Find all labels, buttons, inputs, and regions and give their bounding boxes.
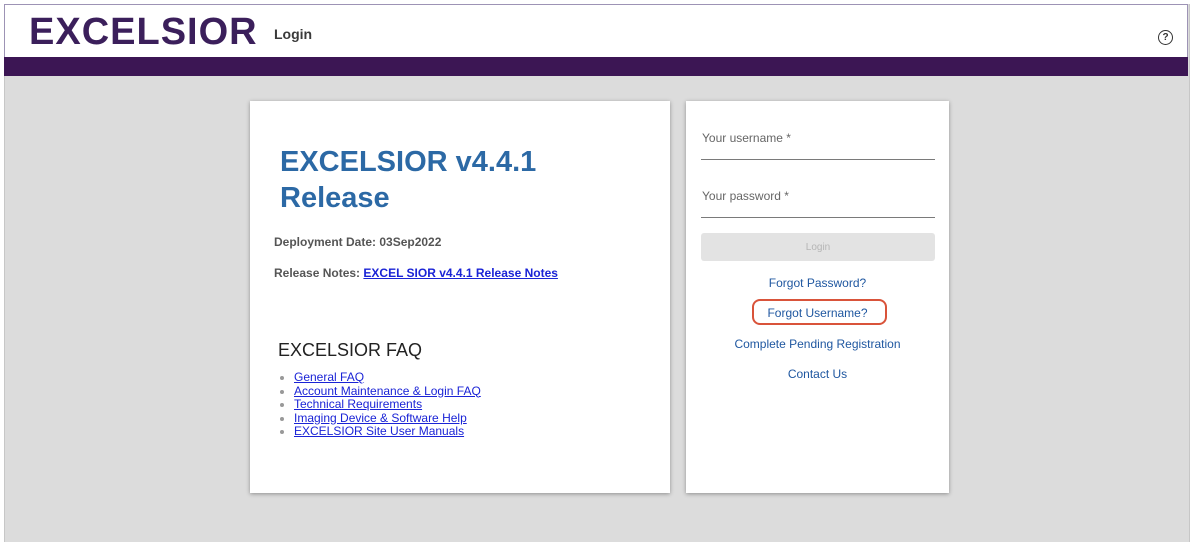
list-item: Account Maintenance & Login FAQ xyxy=(294,384,481,399)
contact-us-link[interactable]: Contact Us xyxy=(686,367,949,381)
faq-link-imaging[interactable]: Imaging Device & Software Help xyxy=(294,411,467,425)
list-item: Imaging Device & Software Help xyxy=(294,411,481,426)
deployment-date: Deployment Date: 03Sep2022 xyxy=(274,235,442,249)
faq-heading: EXCELSIOR FAQ xyxy=(278,340,423,360)
excelsior-logo[interactable]: EXCELSIOR xyxy=(29,11,258,53)
list-item: EXCELSIOR Site User Manuals xyxy=(294,424,481,439)
faq-link-technical[interactable]: Technical Requirements xyxy=(294,397,422,411)
faq-link-manuals[interactable]: EXCELSIOR Site User Manuals xyxy=(294,424,464,438)
help-icon[interactable]: ? xyxy=(1158,30,1173,45)
release-notes-line: Release Notes: EXCEL SIOR v4.4.1 Release… xyxy=(274,266,558,280)
username-field[interactable]: Your username * xyxy=(701,131,935,160)
page-title: Login xyxy=(274,26,313,42)
logo-text: EXCELSIOR xyxy=(29,10,258,53)
login-card: Your username * Your password * Login Fo… xyxy=(686,101,949,493)
forgot-username-link[interactable]: Forgot Username? xyxy=(686,306,949,320)
username-placeholder: Your username * xyxy=(702,131,791,145)
release-notes-link[interactable]: EXCEL SIOR v4.4.1 Release Notes xyxy=(363,266,558,280)
brand-bar xyxy=(4,57,1188,76)
faq-link-general[interactable]: General FAQ xyxy=(294,370,364,384)
faq-link-account[interactable]: Account Maintenance & Login FAQ xyxy=(294,384,481,398)
release-title: EXCELSIOR v4.4.1 Release xyxy=(280,146,537,214)
top-header: EXCELSIOR Login ? xyxy=(4,4,1188,58)
list-item: General FAQ xyxy=(294,370,481,385)
login-button[interactable]: Login xyxy=(701,233,935,261)
password-placeholder: Your password * xyxy=(702,189,789,203)
forgot-password-link[interactable]: Forgot Password? xyxy=(686,276,949,290)
list-item: Technical Requirements xyxy=(294,397,481,412)
complete-registration-link[interactable]: Complete Pending Registration xyxy=(686,337,949,351)
release-info-card: EXCELSIOR v4.4.1 Release Deployment Date… xyxy=(250,101,670,493)
password-field[interactable]: Your password * xyxy=(701,189,935,218)
release-notes-label: Release Notes: xyxy=(274,266,361,280)
help-glyph: ? xyxy=(1162,32,1169,43)
faq-list: General FAQ Account Maintenance & Login … xyxy=(274,370,481,439)
